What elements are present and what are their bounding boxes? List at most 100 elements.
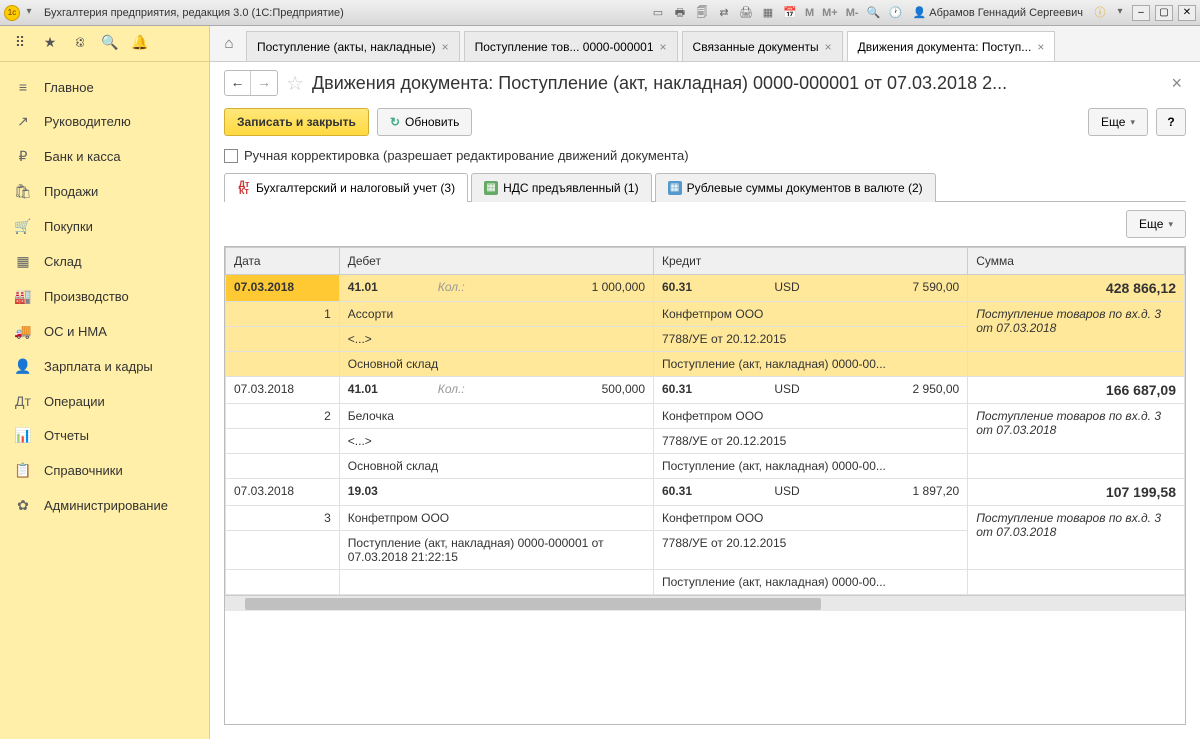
doc-icon[interactable]: 🗐 [693, 4, 711, 22]
inner-tab-label: Рублевые суммы документов в валюте (2) [687, 181, 923, 195]
star-icon[interactable]: ★ [40, 34, 60, 54]
h-scrollbar[interactable] [225, 595, 1185, 611]
maximize-button[interactable]: ▢ [1155, 5, 1173, 21]
m-minus-button[interactable]: M- [844, 7, 861, 19]
m-button[interactable]: M [803, 7, 816, 19]
sidebar-item-label: Администрирование [44, 498, 168, 513]
home-tab-icon[interactable]: ⌂ [214, 26, 244, 61]
tab-label: Поступление (акты, накладные) [257, 40, 436, 54]
cell-date: 07.03.2018 [226, 377, 340, 404]
tool-icon[interactable]: ▭ [649, 4, 667, 22]
col-date[interactable]: Дата [226, 248, 340, 275]
sidebar-item-icon: 🚚 [14, 323, 32, 340]
titlebar-right: ▭ 🖶 🗐 ⇄ 🖨 ▦ 📅 M M+ M- 🔍 🕐 👤Абрамов Генна… [649, 4, 1196, 22]
refresh-button[interactable]: Обновить [377, 108, 472, 136]
tab-label: Связанные документы [693, 40, 819, 54]
cell-sum: 107 199,58 [968, 479, 1185, 506]
cell-debit: 41.01Кол.:1 000,000 [339, 275, 653, 302]
sidebar-item-label: ОС и НМА [44, 324, 107, 339]
inner-tab-1[interactable]: ▦НДС предъявленный (1) [471, 173, 651, 202]
sidebar-item-10[interactable]: 📊Отчеты [0, 418, 209, 453]
dk-icon: ДтКт [237, 181, 251, 195]
history-icon[interactable]: 🕄 [70, 34, 90, 54]
entry-row-0[interactable]: 07.03.201841.01Кол.:1 000,00060.31USD7 5… [226, 275, 1185, 302]
info-icon[interactable]: ⓘ [1091, 4, 1109, 22]
cell-date: 07.03.2018 [226, 479, 340, 506]
sidebar-item-label: Справочники [44, 463, 123, 478]
more-button[interactable]: Еще [1088, 108, 1148, 136]
entries-table[interactable]: Дата Дебет Кредит Сумма 07.03.201841.01К… [224, 246, 1186, 725]
tab-2[interactable]: Связанные документы × [682, 31, 843, 61]
sidebar-item-icon: Дт [14, 393, 32, 409]
sidebar-item-label: Продажи [44, 184, 98, 199]
inner-tab-label: Бухгалтерский и налоговый учет (3) [256, 181, 455, 195]
bell-icon[interactable]: 🔔 [130, 34, 150, 54]
col-debit[interactable]: Дебет [339, 248, 653, 275]
sidebar-item-icon: 🏭 [14, 288, 32, 305]
col-credit[interactable]: Кредит [654, 248, 968, 275]
help-button[interactable]: ? [1156, 108, 1186, 136]
minimize-button[interactable]: – [1132, 5, 1150, 21]
tab-0[interactable]: Поступление (акты, накладные) × [246, 31, 460, 61]
sidebar-item-icon: ≡ [14, 79, 32, 95]
print-icon[interactable]: 🖶 [671, 4, 689, 22]
apps-icon[interactable]: ⠿ [10, 34, 30, 54]
info-dropdown-icon[interactable]: ▾ [1113, 6, 1127, 20]
compare-icon[interactable]: ⇄ [715, 4, 733, 22]
inner-tab-2[interactable]: ▦Рублевые суммы документов в валюте (2) [655, 173, 936, 202]
tab-close-icon[interactable]: × [442, 40, 449, 54]
calendar-icon[interactable]: 📅 [781, 4, 799, 22]
zoom-icon[interactable]: 🔍 [865, 4, 883, 22]
sidebar-item-9[interactable]: ДтОперации [0, 384, 209, 418]
col-sum[interactable]: Сумма [968, 248, 1185, 275]
sidebar-item-0[interactable]: ≡ Главное [0, 70, 209, 104]
back-button[interactable]: ← [225, 71, 251, 95]
sidebar-item-icon: ✿ [14, 497, 32, 514]
sidebar-item-label: Главное [44, 80, 94, 95]
entry-row-2[interactable]: 07.03.201819.0360.31USD1 897,20107 199,5… [226, 479, 1185, 506]
inner-tab-0[interactable]: ДтКт Бухгалтерский и налоговый учет (3) [224, 173, 468, 202]
sidebar-item-label: Производство [44, 289, 129, 304]
titlebar: 1c ▾ Бухгалтерия предприятия, редакция 3… [0, 0, 1200, 26]
sidebar-item-icon: 🛒 [14, 218, 32, 235]
sidebar-item-12[interactable]: ✿ Администрирование [0, 488, 209, 523]
tab-3[interactable]: Движения документа: Поступ... × [847, 31, 1056, 61]
m-plus-button[interactable]: M+ [820, 7, 840, 19]
tab-label: Движения документа: Поступ... [858, 40, 1032, 54]
inner-more-button[interactable]: Еще [1126, 210, 1186, 238]
forward-button[interactable]: → [251, 71, 277, 95]
close-doc-icon[interactable]: × [1167, 73, 1186, 94]
clock-icon[interactable]: 🕐 [887, 4, 905, 22]
tab-label: Поступление тов... 0000-000001 [475, 40, 654, 54]
dropdown-icon[interactable]: ▾ [22, 6, 36, 20]
app-icon: 1c [4, 5, 20, 21]
sidebar-item-7[interactable]: 🚚 ОС и НМА [0, 314, 209, 349]
tab-close-icon[interactable]: × [660, 40, 667, 54]
sidebar-item-11[interactable]: 📋Справочники [0, 453, 209, 488]
sidebar-item-1[interactable]: ↗Руководителю [0, 104, 209, 139]
calc-icon[interactable]: ▦ [759, 4, 777, 22]
sidebar-item-label: Руководителю [44, 114, 131, 129]
document-title: Движения документа: Поступление (акт, на… [312, 73, 1160, 94]
close-button[interactable]: ✕ [1178, 5, 1196, 21]
sidebar-item-6[interactable]: 🏭 Производство [0, 279, 209, 314]
favorite-star-icon[interactable]: ☆ [286, 71, 304, 96]
tab-close-icon[interactable]: × [825, 40, 832, 54]
tab-1[interactable]: Поступление тов... 0000-000001 × [464, 31, 678, 61]
sidebar-item-3[interactable]: 🛍Продажи [0, 174, 209, 209]
manual-edit-checkbox[interactable] [224, 149, 238, 163]
sidebar-item-2[interactable]: ₽Банк и касса [0, 139, 209, 174]
content: ДтКт Бухгалтерский и налоговый учет (3) ▦Н… [210, 173, 1200, 739]
entry-row-1[interactable]: 07.03.201841.01Кол.:500,00060.31USD2 950… [226, 377, 1185, 404]
inner-tabs: ДтКт Бухгалтерский и налоговый учет (3) ▦Н… [224, 173, 1186, 202]
search-icon[interactable]: 🔍 [100, 34, 120, 54]
printer-icon[interactable]: 🖨 [737, 4, 755, 22]
main: ⌂ Поступление (акты, накладные)×Поступле… [210, 26, 1200, 739]
tab-close-icon[interactable]: × [1037, 40, 1044, 54]
sidebar-item-8[interactable]: 👤Зарплата и кадры [0, 349, 209, 384]
sidebar-item-5[interactable]: ▦Склад [0, 244, 209, 279]
user-label[interactable]: 👤Абрамов Геннадий Сергеевич [909, 6, 1087, 19]
toolbar: Записать и закрыть Обновить Еще ? [210, 104, 1200, 146]
save-close-button[interactable]: Записать и закрыть [224, 108, 369, 136]
sidebar-item-4[interactable]: 🛒Покупки [0, 209, 209, 244]
